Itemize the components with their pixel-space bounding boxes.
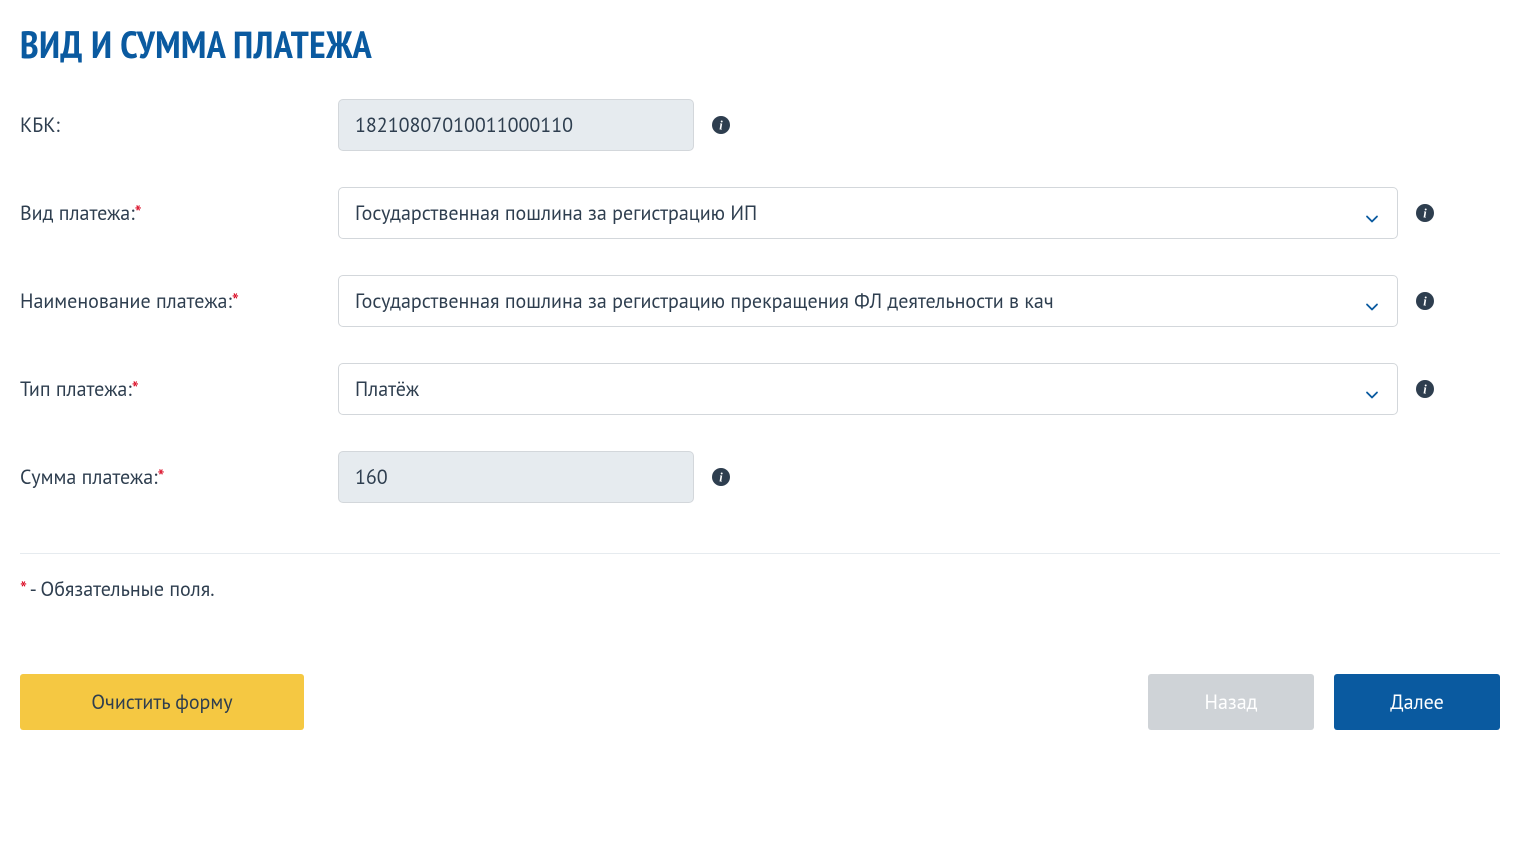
payment-kind-select[interactable]: Государственная пошлина за регистрацию И… <box>338 187 1398 239</box>
svg-text:i: i <box>1423 383 1427 397</box>
info-icon[interactable]: i <box>712 116 730 134</box>
payment-type-select[interactable]: Платёж <box>338 363 1398 415</box>
button-row: Очистить форму Назад Далее <box>20 674 1500 730</box>
page-title: ВИД И СУММА ПЛАТЕЖА <box>20 20 1500 69</box>
info-icon[interactable]: i <box>712 468 730 486</box>
chevron-down-icon <box>1365 382 1379 396</box>
divider <box>20 553 1500 554</box>
svg-text:i: i <box>1423 207 1427 221</box>
label-payment-sum: Сумма платежа:* <box>20 464 338 490</box>
label-payment-type: Тип платежа:* <box>20 376 338 402</box>
back-button: Назад <box>1148 674 1314 730</box>
row-kbk: КБК: i <box>20 99 1500 151</box>
kbk-input <box>338 99 694 151</box>
row-payment-type: Тип платежа:* Платёж i <box>20 363 1500 415</box>
row-payment-kind: Вид платежа:* Государственная пошлина за… <box>20 187 1500 239</box>
clear-button[interactable]: Очистить форму <box>20 674 304 730</box>
row-payment-sum: Сумма платежа:* i <box>20 451 1500 503</box>
label-payment-name: Наименование платежа:* <box>20 288 338 314</box>
info-icon[interactable]: i <box>1416 204 1434 222</box>
label-payment-kind: Вид платежа:* <box>20 200 338 226</box>
payment-sum-input <box>338 451 694 503</box>
label-kbk: КБК: <box>20 112 338 138</box>
svg-text:i: i <box>1423 295 1427 309</box>
payment-name-select[interactable]: Государственная пошлина за регистрацию п… <box>338 275 1398 327</box>
svg-text:i: i <box>719 471 723 485</box>
info-icon[interactable]: i <box>1416 292 1434 310</box>
next-button[interactable]: Далее <box>1334 674 1500 730</box>
svg-text:i: i <box>719 119 723 133</box>
info-icon[interactable]: i <box>1416 380 1434 398</box>
required-footnote: * - Обязательные поля. <box>20 576 1500 602</box>
chevron-down-icon <box>1365 206 1379 220</box>
chevron-down-icon <box>1365 294 1379 308</box>
row-payment-name: Наименование платежа:* Государственная п… <box>20 275 1500 327</box>
